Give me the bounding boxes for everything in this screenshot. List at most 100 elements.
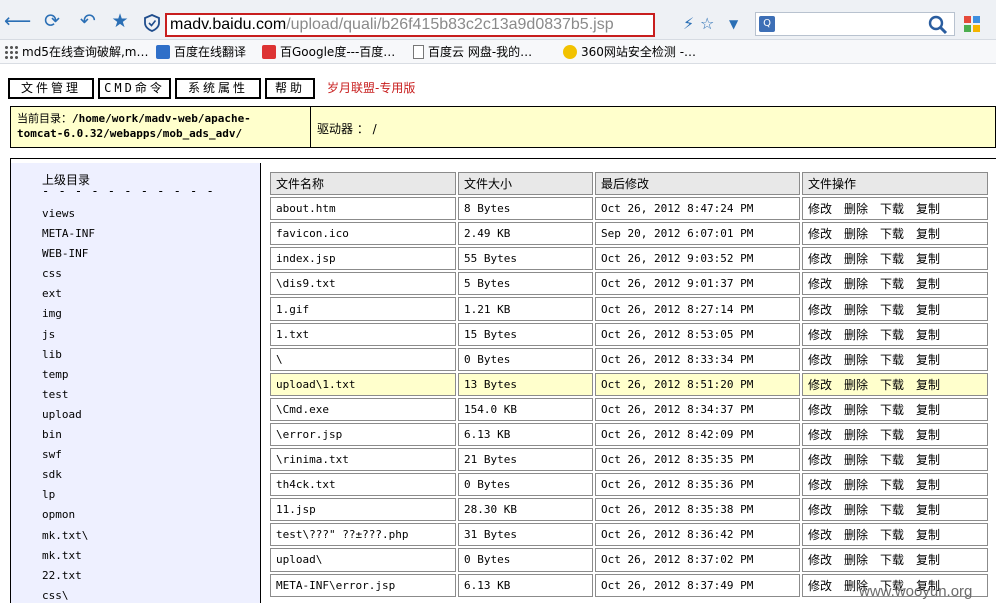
delete-link[interactable]: 删除 <box>844 551 868 568</box>
star-outline-icon[interactable]: ☆ <box>700 13 714 35</box>
cmd-button[interactable]: CMD命令 <box>98 78 171 99</box>
copy-link[interactable]: 复制 <box>916 551 940 568</box>
back-arrow-icon[interactable]: ⟵ <box>4 10 31 32</box>
file-name-cell[interactable]: 1.gif <box>270 297 456 321</box>
download-link[interactable]: 下载 <box>880 351 904 368</box>
download-link[interactable]: 下载 <box>880 501 904 518</box>
copy-link[interactable]: 复制 <box>916 501 940 518</box>
file-name-cell[interactable]: 1.txt <box>270 322 456 346</box>
directory-item[interactable]: mk.txt <box>42 547 242 567</box>
file-name-cell[interactable]: test\???" ??±???.php <box>270 523 456 547</box>
bookmark-baidu-cloud[interactable]: 百度云 网盘-我的… <box>413 43 532 61</box>
copy-link[interactable]: 复制 <box>916 401 940 418</box>
address-bar[interactable]: madv.baidu.com/upload/quali/b26f415b83c2… <box>165 13 655 37</box>
edit-link[interactable]: 修改 <box>808 225 832 242</box>
help-button[interactable]: 帮助 <box>265 78 315 99</box>
download-link[interactable]: 下载 <box>880 526 904 543</box>
delete-link[interactable]: 删除 <box>844 376 868 393</box>
bookmark-360[interactable]: 360网站安全检测 -… <box>563 43 696 61</box>
file-name-cell[interactable]: \dis9.txt <box>270 272 456 296</box>
download-link[interactable]: 下载 <box>880 326 904 343</box>
delete-link[interactable]: 删除 <box>844 200 868 217</box>
directory-item[interactable]: opmon <box>42 506 242 526</box>
copy-link[interactable]: 复制 <box>916 351 940 368</box>
search-icon[interactable] <box>927 14 949 36</box>
search-box[interactable]: Q <box>755 12 955 36</box>
directory-item[interactable]: views <box>42 205 242 225</box>
edit-link[interactable]: 修改 <box>808 501 832 518</box>
download-link[interactable]: 下载 <box>880 250 904 267</box>
file-name-cell[interactable]: \rinima.txt <box>270 448 456 472</box>
file-name-cell[interactable]: upload\1.txt <box>270 372 456 396</box>
copy-link[interactable]: 复制 <box>916 426 940 443</box>
refresh-icon[interactable]: ⟳ <box>41 10 63 32</box>
edit-link[interactable]: 修改 <box>808 200 832 217</box>
lightning-icon[interactable]: ⚡ <box>683 13 694 35</box>
file-name-cell[interactable]: upload\ <box>270 548 456 572</box>
file-name-cell[interactable]: \Cmd.exe <box>270 397 456 421</box>
delete-link[interactable]: 删除 <box>844 351 868 368</box>
copy-link[interactable]: 复制 <box>916 376 940 393</box>
bookmark-md5[interactable]: md5在线查询破解,m… <box>4 43 148 61</box>
directory-item[interactable]: 22.txt <box>42 567 242 587</box>
directory-item[interactable]: css <box>42 265 242 285</box>
copy-link[interactable]: 复制 <box>916 326 940 343</box>
apps-grid-icon[interactable] <box>964 16 980 32</box>
download-link[interactable]: 下载 <box>880 376 904 393</box>
delete-link[interactable]: 删除 <box>844 275 868 292</box>
download-link[interactable]: 下载 <box>880 200 904 217</box>
bookmark-google-baidu[interactable]: 百Google度---百度… <box>262 43 395 61</box>
download-link[interactable]: 下载 <box>880 275 904 292</box>
file-name-cell[interactable]: 11.jsp <box>270 498 456 522</box>
edit-link[interactable]: 修改 <box>808 275 832 292</box>
copy-link[interactable]: 复制 <box>916 526 940 543</box>
directory-item[interactable]: swf <box>42 446 242 466</box>
file-manager-button[interactable]: 文件管理 <box>8 78 94 99</box>
delete-link[interactable]: 删除 <box>844 326 868 343</box>
edit-link[interactable]: 修改 <box>808 526 832 543</box>
download-link[interactable]: 下载 <box>880 301 904 318</box>
download-link[interactable]: 下载 <box>880 451 904 468</box>
bookmark-translate[interactable]: 百度在线翻译 <box>156 43 246 61</box>
directory-item[interactable]: test <box>42 386 242 406</box>
edit-link[interactable]: 修改 <box>808 426 832 443</box>
directory-item[interactable]: lib <box>42 346 242 366</box>
directory-item[interactable]: img <box>42 305 242 325</box>
copy-link[interactable]: 复制 <box>916 200 940 217</box>
delete-link[interactable]: 删除 <box>844 476 868 493</box>
system-properties-button[interactable]: 系统属性 <box>175 78 261 99</box>
copy-link[interactable]: 复制 <box>916 451 940 468</box>
delete-link[interactable]: 删除 <box>844 225 868 242</box>
delete-link[interactable]: 删除 <box>844 451 868 468</box>
delete-link[interactable]: 删除 <box>844 401 868 418</box>
download-link[interactable]: 下载 <box>880 225 904 242</box>
file-name-cell[interactable]: \ <box>270 347 456 371</box>
directory-item[interactable]: js <box>42 326 242 346</box>
dropdown-arrow-icon[interactable]: ▼ <box>729 13 738 35</box>
download-link[interactable]: 下载 <box>880 401 904 418</box>
directory-item[interactable]: bin <box>42 426 242 446</box>
directory-item[interactable]: upload <box>42 406 242 426</box>
file-name-cell[interactable]: about.htm <box>270 197 456 221</box>
edit-link[interactable]: 修改 <box>808 451 832 468</box>
undo-icon[interactable]: ↶ <box>77 10 99 32</box>
delete-link[interactable]: 删除 <box>844 301 868 318</box>
file-name-cell[interactable]: th4ck.txt <box>270 473 456 497</box>
search-engine-icon[interactable]: Q <box>759 16 775 32</box>
delete-link[interactable]: 删除 <box>844 250 868 267</box>
file-name-cell[interactable]: favicon.ico <box>270 222 456 246</box>
directory-item[interactable]: css\ <box>42 587 242 603</box>
download-link[interactable]: 下载 <box>880 476 904 493</box>
directory-item[interactable]: temp <box>42 366 242 386</box>
file-name-cell[interactable]: META-INF\error.jsp <box>270 573 456 597</box>
edit-link[interactable]: 修改 <box>808 551 832 568</box>
file-name-cell[interactable]: index.jsp <box>270 247 456 271</box>
edit-link[interactable]: 修改 <box>808 326 832 343</box>
copy-link[interactable]: 复制 <box>916 225 940 242</box>
edit-link[interactable]: 修改 <box>808 476 832 493</box>
copy-link[interactable]: 复制 <box>916 476 940 493</box>
copy-link[interactable]: 复制 <box>916 301 940 318</box>
edit-link[interactable]: 修改 <box>808 351 832 368</box>
edit-link[interactable]: 修改 <box>808 376 832 393</box>
edit-link[interactable]: 修改 <box>808 250 832 267</box>
